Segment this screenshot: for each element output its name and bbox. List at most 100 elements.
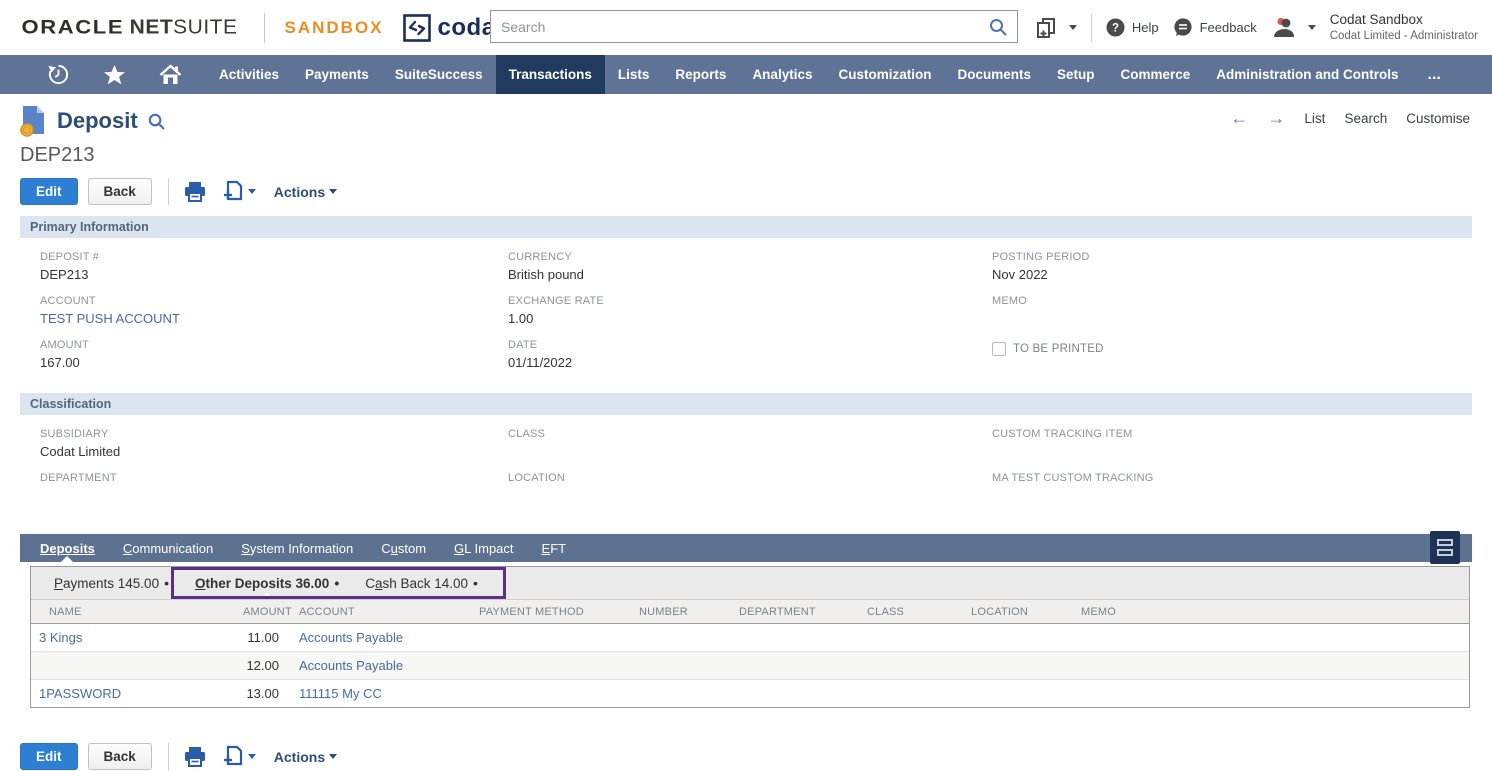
cell-account-link[interactable]: Accounts Payable	[287, 652, 467, 680]
nav-items: Activities Payments SuiteSuccess Transac…	[206, 55, 1457, 94]
nav-item-analytics[interactable]: Analytics	[739, 55, 825, 94]
cell-name-link[interactable]: 1PASSWORD	[31, 680, 231, 708]
nav-item-setup[interactable]: Setup	[1044, 55, 1108, 94]
account-link[interactable]: TEST PUSH ACCOUNT	[40, 311, 488, 326]
edit-button[interactable]: Edit	[20, 178, 78, 205]
primary-col-1: DEPOSIT # DEP213 ACCOUNT TEST PUSH ACCOU…	[20, 251, 488, 383]
subtab-cash-back[interactable]: Cash Back 14.00•	[352, 567, 491, 599]
field-currency: CURRENCY British pound	[508, 251, 972, 282]
forward-arrow-button[interactable]: →	[1267, 109, 1285, 127]
record-tabs: Deposits Communication System Informatio…	[20, 534, 1472, 562]
primary-information-fields: DEPOSIT # DEP213 ACCOUNT TEST PUSH ACCOU…	[20, 251, 1472, 383]
tab-deposits[interactable]: Deposits	[26, 534, 109, 562]
deposit-record-icon	[20, 105, 47, 137]
nav-item-transactions[interactable]: Transactions	[496, 55, 605, 94]
cell-amount: 13.00	[231, 680, 287, 708]
column-department: DEPARTMENT	[727, 600, 855, 624]
roles-menu[interactable]	[1271, 16, 1316, 40]
print-button[interactable]	[183, 181, 207, 203]
nav-item-documents[interactable]: Documents	[944, 55, 1044, 94]
top-header: ORACLE NETSUITE SANDBOX codat	[0, 0, 1492, 55]
record-search-icon[interactable]	[147, 112, 166, 131]
cell-class	[855, 680, 959, 708]
back-button[interactable]: Back	[88, 743, 152, 770]
add-document-icon	[221, 180, 244, 203]
cell-location	[959, 624, 1069, 652]
deposit-subtabs: Payments 145.00• Other Deposits 36.00• C…	[31, 567, 1469, 600]
cell-payment-method	[467, 624, 627, 652]
column-account: ACCOUNT	[287, 600, 467, 624]
toolbar-divider	[168, 178, 169, 205]
create-new-icon	[1034, 16, 1058, 40]
customise-link[interactable]: Customise	[1406, 111, 1470, 126]
chevron-down-icon	[329, 189, 337, 194]
nav-icon-group	[30, 55, 198, 94]
title-row: Deposit ← → List Search Customise	[20, 105, 1472, 137]
record-id: DEP213	[20, 144, 1472, 167]
cell-class	[855, 624, 959, 652]
nav-item-suitesuccess[interactable]: SuiteSuccess	[382, 55, 496, 94]
print-button[interactable]	[183, 746, 207, 768]
subtab-payments[interactable]: Payments 145.00•	[41, 567, 182, 599]
brand-area: ORACLE NETSUITE SANDBOX codat	[24, 13, 504, 43]
tab-eft[interactable]: EFT	[528, 534, 581, 562]
codat-mark-icon	[402, 13, 432, 43]
nav-item-commerce[interactable]: Commerce	[1108, 55, 1204, 94]
nav-item-activities[interactable]: Activities	[206, 55, 292, 94]
edit-button[interactable]: Edit	[20, 743, 78, 770]
column-name: NAME	[31, 600, 231, 624]
cell-account-link[interactable]: 111115 My CC	[287, 680, 467, 708]
cell-amount: 12.00	[231, 652, 287, 680]
shortcuts-star-icon[interactable]	[86, 63, 142, 87]
actions-menu[interactable]: Actions	[274, 749, 337, 765]
cell-payment-method	[467, 680, 627, 708]
svg-text:?: ?	[1112, 23, 1119, 35]
chevron-down-icon	[248, 189, 256, 194]
field-subsidiary: SUBSIDIARY Codat Limited	[40, 428, 488, 459]
attach-document-menu[interactable]	[221, 745, 256, 768]
global-search[interactable]	[490, 10, 1018, 43]
nav-item-reports[interactable]: Reports	[662, 55, 739, 94]
help-button[interactable]: ? Help	[1106, 18, 1159, 37]
back-button[interactable]: Back	[88, 178, 152, 205]
feedback-icon	[1173, 18, 1193, 37]
nav-item-payments[interactable]: Payments	[292, 55, 382, 94]
primary-col-3: POSTING PERIOD Nov 2022 MEMO TO BE PRINT…	[972, 251, 1472, 383]
expand-subtabs-icon[interactable]	[1430, 531, 1460, 564]
cell-account-link[interactable]: Accounts Payable	[287, 624, 467, 652]
nav-item-lists[interactable]: Lists	[605, 55, 663, 94]
actions-menu[interactable]: Actions	[274, 184, 337, 200]
classification-fields: SUBSIDIARY Codat Limited DEPARTMENT CLAS…	[20, 428, 1472, 516]
home-icon[interactable]	[142, 63, 198, 87]
brand-divider	[264, 13, 265, 43]
search-link[interactable]: Search	[1344, 111, 1387, 126]
user-info[interactable]: Codat Sandbox Codat Limited - Administra…	[1330, 12, 1478, 43]
field-deposit-number: DEPOSIT # DEP213	[40, 251, 488, 282]
to-be-printed-checkbox[interactable]	[992, 342, 1006, 356]
cell-payment-method	[467, 652, 627, 680]
sandbox-badge: SANDBOX	[285, 18, 384, 38]
tab-gl-impact[interactable]: GL Impact	[440, 534, 528, 562]
subtab-other-deposits[interactable]: Other Deposits 36.00•	[182, 567, 352, 599]
tab-custom[interactable]: Custom	[367, 534, 440, 562]
table-row: 12.00 Accounts Payable	[31, 652, 1469, 680]
global-search-input[interactable]	[491, 19, 988, 35]
search-icon[interactable]	[988, 17, 1008, 37]
nav-more-button[interactable]: ...	[1412, 55, 1457, 94]
create-new-menu[interactable]	[1034, 16, 1077, 40]
cell-name	[31, 652, 231, 680]
recent-records-icon[interactable]	[30, 63, 86, 86]
netsuite-logo: NETSUITE	[130, 16, 238, 39]
list-link[interactable]: List	[1304, 111, 1325, 126]
attach-document-menu[interactable]	[221, 180, 256, 203]
back-arrow-button[interactable]: ←	[1230, 109, 1248, 127]
cell-department	[727, 652, 855, 680]
nav-item-administration[interactable]: Administration and Controls	[1203, 55, 1411, 94]
oracle-logo: ORACLE	[22, 16, 125, 38]
nav-item-customization[interactable]: Customization	[825, 55, 944, 94]
feedback-button[interactable]: Feedback	[1173, 18, 1257, 37]
tab-system-information[interactable]: System Information	[227, 534, 367, 562]
cell-name-link[interactable]: 3 Kings	[31, 624, 231, 652]
cell-memo	[1069, 652, 1469, 680]
tab-communication[interactable]: Communication	[109, 534, 227, 562]
